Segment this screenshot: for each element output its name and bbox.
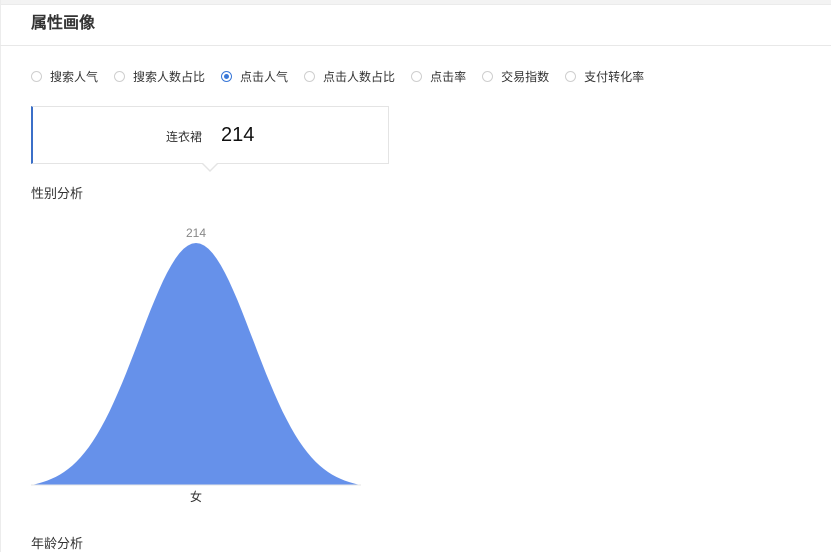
tick-label-female: 女 [190,489,202,504]
category-tooltip: 连衣裙 214 [31,106,389,164]
radio-circle[interactable] [411,70,423,82]
age-analysis-title: 年龄分析 [31,537,84,552]
title-divider [0,45,831,46]
metric-option-search-popularity[interactable]: 搜索人气 [31,68,98,85]
data-label-female: 214 [186,226,206,240]
tooltip-caret-fill [203,163,217,170]
metric-option-trade-index[interactable]: 交易指数 [482,68,549,85]
metric-option-label: 搜索人数占比 [133,69,206,84]
radio-circle[interactable] [304,70,316,82]
metric-option-search-share[interactable]: 搜索人数占比 [114,68,205,85]
gender-chart: 214 女 [31,226,361,504]
metric-option-label: 搜索人气 [50,69,99,84]
tooltip-value: 214 [221,124,255,146]
section-title: 属性画像 [31,13,96,32]
metric-option-label: 支付转化率 [584,69,645,84]
metric-option-click-share[interactable]: 点击人数占比 [304,68,395,85]
metric-radio-group: 搜索人气 搜索人数占比 点击人气 点击人数占比 点击率 交易指数 支付转化率 [31,67,644,85]
series-area-female [31,243,361,485]
metric-option-label: 交易指数 [501,69,550,84]
metric-option-click-rate[interactable]: 点击率 [411,68,466,85]
radio-circle-checked[interactable] [221,70,233,82]
metric-option-label: 点击率 [430,69,467,84]
metric-option-click-popularity[interactable]: 点击人气 [221,68,288,85]
radio-circle[interactable] [565,70,577,82]
metric-option-label: 点击人气 [240,69,289,84]
top-strip [0,0,831,5]
tooltip-category-label: 连衣裙 [166,130,203,144]
radio-circle[interactable] [482,70,494,82]
metric-option-pay-conversion[interactable]: 支付转化率 [565,68,644,85]
radio-circle[interactable] [31,70,42,82]
radio-circle[interactable] [114,70,126,82]
metric-option-label: 点击人数占比 [323,69,396,84]
